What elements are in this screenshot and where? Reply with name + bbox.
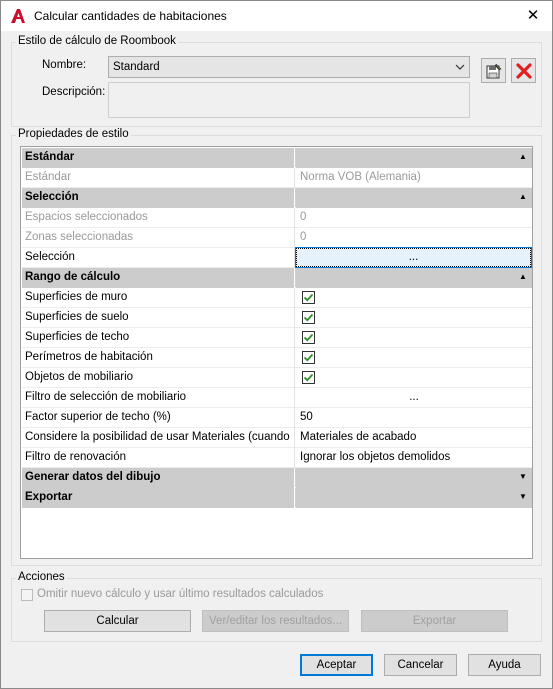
grid-property-row[interactable]: Estándar Norma VOB (Alemania)	[22, 168, 532, 188]
grid-property-row[interactable]: Superficies de techo	[22, 328, 532, 348]
name-label: Nombre:	[42, 59, 87, 71]
ok-button[interactable]: Aceptar	[300, 654, 373, 676]
property-name: Zonas seleccionadas	[22, 228, 295, 248]
checkbox[interactable]	[302, 371, 315, 384]
dialog-window: Calcular cantidades de habitaciones ✕ Es…	[0, 0, 553, 689]
category-value: ▼	[296, 468, 532, 488]
property-name: Selección	[22, 248, 295, 268]
grid-property-row[interactable]: Superficies de suelo	[22, 308, 532, 328]
property-name: Estándar	[22, 168, 295, 188]
property-value	[296, 288, 532, 308]
property-name: Perímetros de habitación	[22, 348, 295, 368]
property-value[interactable]: 50	[296, 408, 532, 428]
grid-property-row[interactable]: Filtro de selección de mobiliario...	[22, 388, 532, 408]
grid-category-row[interactable]: Exportar ▼	[22, 488, 532, 508]
autocad-a-icon	[10, 8, 26, 24]
grid-property-row[interactable]: Selección...	[22, 247, 532, 268]
property-name: Superficies de techo	[22, 328, 295, 348]
category-value: ▲	[296, 148, 532, 168]
property-name: Objetos de mobiliario	[22, 368, 295, 388]
category-value: ▲	[296, 188, 532, 208]
actions-group-label: Acciones	[16, 571, 67, 583]
grid-category-row[interactable]: Rango de cálculo ▲	[22, 268, 532, 288]
checkbox[interactable]	[302, 351, 315, 364]
help-button-label: Ayuda	[488, 659, 521, 671]
property-value[interactable]: Ignorar los objetos demolidos	[296, 448, 532, 468]
delete-style-button[interactable]	[511, 58, 536, 83]
edit-style-icon	[486, 63, 502, 79]
grid-category-row[interactable]: Selección ▲	[22, 188, 532, 208]
checkbox[interactable]	[302, 291, 315, 304]
selection-ellipsis-button[interactable]: ...	[295, 247, 532, 268]
description-label: Descripción:	[42, 86, 106, 98]
property-name: Superficies de suelo	[22, 308, 295, 328]
property-value: Norma VOB (Alemania)	[300, 171, 421, 183]
property-name: Filtro de selección de mobiliario	[22, 388, 295, 408]
window-title: Calcular cantidades de habitaciones	[34, 9, 227, 23]
expand-arrow-icon[interactable]: ▼	[518, 472, 528, 482]
property-value	[296, 348, 532, 368]
property-name: Factor superior de techo (%)	[22, 408, 295, 428]
ok-button-label: Aceptar	[316, 659, 357, 671]
category-value: ▼	[296, 488, 532, 508]
property-name: Espacios seleccionados	[22, 208, 295, 228]
description-field	[108, 82, 470, 118]
grid-property-row[interactable]: Factor superior de techo (%) 50	[22, 408, 532, 428]
grid-property-row[interactable]: Considere la posibilidad de usar Materia…	[22, 428, 532, 448]
property-grid[interactable]: Estándar ▲ Estándar Norma VOB (Alemania) Sel…	[20, 146, 533, 559]
category-value: ▲	[296, 268, 532, 288]
ellipsis-button[interactable]: ...	[296, 388, 532, 408]
style-name-dropdown[interactable]: Standard	[108, 56, 470, 78]
title-bar: Calcular cantidades de habitaciones ✕	[1, 1, 552, 31]
property-name: Exportar	[22, 488, 295, 508]
props-group-label: Propiedades de estilo	[16, 128, 131, 140]
skip-recalc-label: Omitir nuevo cálculo y usar último resul…	[37, 588, 324, 600]
property-value: 0	[300, 231, 307, 243]
property-value: 0	[300, 211, 307, 223]
property-name: Rango de cálculo	[22, 268, 295, 288]
grid-property-row[interactable]: Zonas seleccionadas 0	[22, 228, 532, 248]
property-name: Generar datos del dibujo	[22, 468, 295, 488]
cancel-button[interactable]: Cancelar	[384, 654, 457, 676]
collapse-arrow-icon[interactable]: ▲	[518, 272, 528, 282]
property-name: Selección	[22, 188, 295, 208]
skip-recalc-checkbox[interactable]	[21, 589, 33, 601]
grid-category-row[interactable]: Estándar ▲	[22, 148, 532, 168]
help-button[interactable]: Ayuda	[468, 654, 541, 676]
delete-icon	[516, 63, 532, 79]
cancel-button-label: Cancelar	[397, 659, 444, 671]
collapse-arrow-icon[interactable]: ▲	[518, 152, 528, 162]
chevron-down-icon	[453, 59, 467, 75]
property-name: Filtro de renovación	[22, 448, 295, 468]
calculate-button[interactable]: Calcular	[44, 610, 191, 632]
checkbox[interactable]	[302, 311, 315, 324]
property-value	[296, 308, 532, 328]
property-value[interactable]: Materiales de acabado	[296, 428, 532, 448]
property-name: Superficies de muro	[22, 288, 295, 308]
grid-category-row[interactable]: Generar datos del dibujo ▼	[22, 468, 532, 488]
property-value	[296, 368, 532, 388]
checkbox[interactable]	[302, 331, 315, 344]
grid-property-row[interactable]: Superficies de muro	[22, 288, 532, 308]
view-edit-results-button[interactable]: Ver/editar los resultados...	[202, 610, 349, 632]
property-name: Considere la posibilidad de usar Materia…	[22, 428, 295, 448]
style-group-label: Estilo de cálculo de Roombook	[16, 35, 178, 47]
grid-property-row[interactable]: Filtro de renovación Ignorar los objetos …	[22, 448, 532, 468]
property-value	[296, 328, 532, 348]
grid-property-row[interactable]: Perímetros de habitación	[22, 348, 532, 368]
close-icon[interactable]: ✕	[521, 5, 545, 27]
edit-style-button[interactable]	[481, 58, 506, 83]
style-name-value: Standard	[113, 61, 160, 73]
export-button[interactable]: Exportar	[361, 610, 508, 632]
property-name: Estándar	[22, 148, 295, 168]
expand-arrow-icon[interactable]: ▼	[518, 492, 528, 502]
collapse-arrow-icon[interactable]: ▲	[518, 192, 528, 202]
grid-property-row[interactable]: Espacios seleccionados 0	[22, 208, 532, 228]
grid-property-row[interactable]: Objetos de mobiliario	[22, 368, 532, 388]
